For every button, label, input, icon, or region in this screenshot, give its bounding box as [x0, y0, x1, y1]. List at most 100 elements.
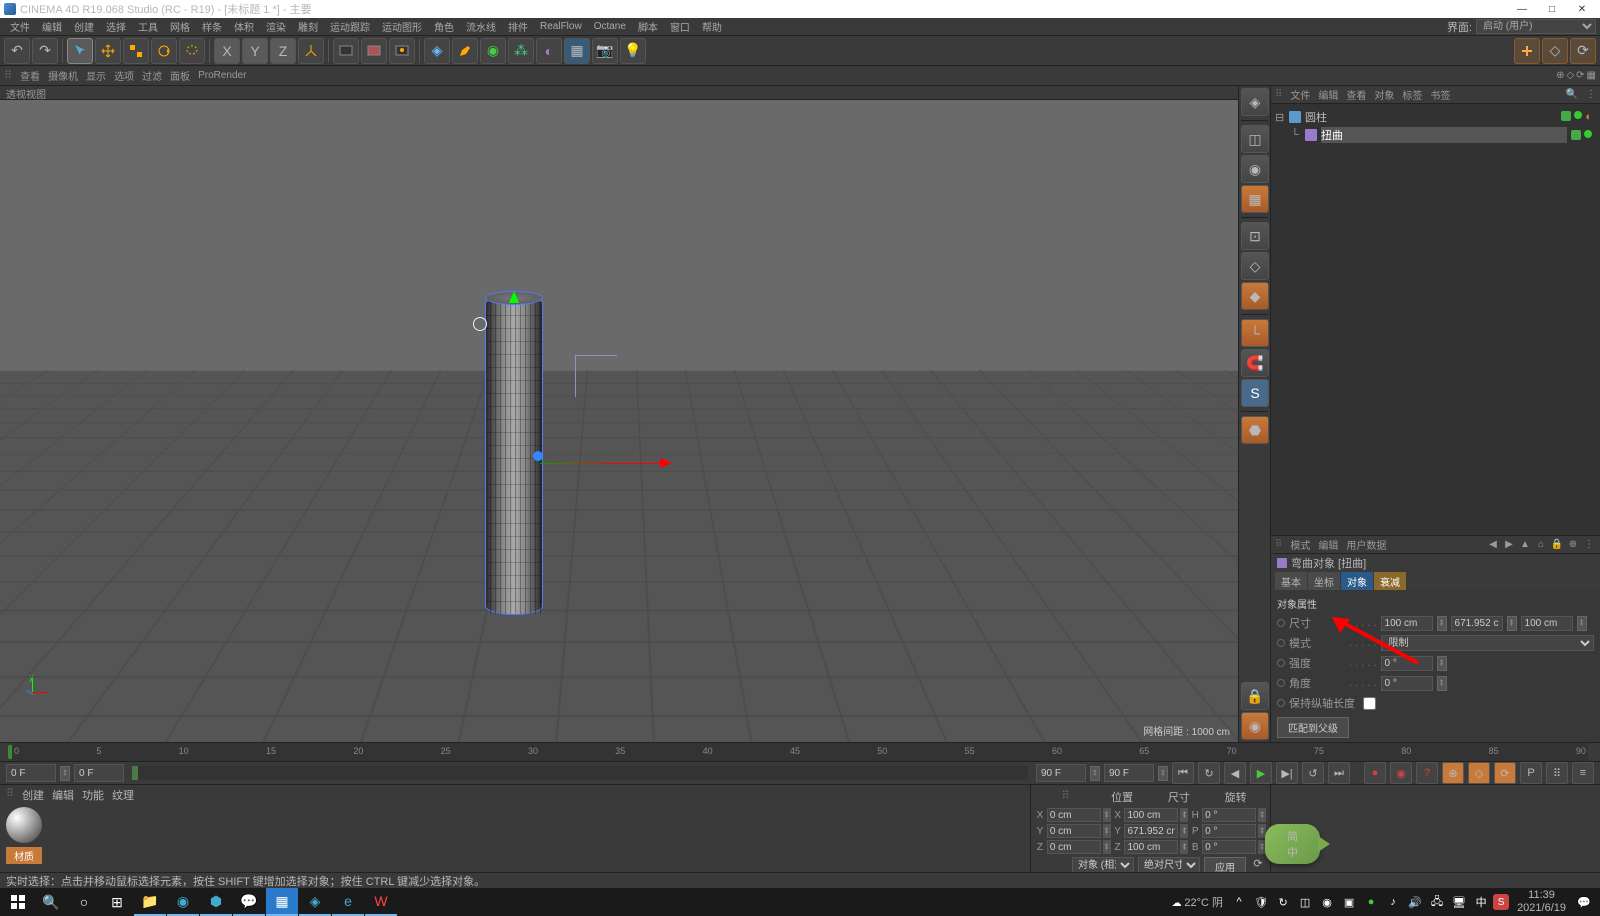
cube-primitive-button[interactable]: ◈ — [424, 38, 450, 64]
y-axis-button[interactable]: Y — [242, 38, 268, 64]
attr-tab-mode[interactable]: 模式 — [1290, 537, 1310, 552]
nav-up-icon[interactable]: ▲ — [1518, 538, 1532, 552]
prev-frame-button[interactable]: ◀ — [1224, 762, 1246, 784]
goto-end-button[interactable]: ⏭ — [1328, 762, 1350, 784]
workplane-snap-button[interactable]: ⬣ — [1241, 416, 1269, 444]
key-opts-button[interactable]: ≡ — [1572, 762, 1594, 784]
size-z-input[interactable] — [1124, 840, 1178, 854]
workplane-button[interactable]: ▦ — [1241, 185, 1269, 213]
next-frame-button[interactable]: ▶| — [1276, 762, 1298, 784]
view-menu[interactable]: 查看 — [20, 68, 40, 83]
app-icon-1[interactable]: ◉ — [167, 888, 199, 916]
autokey-button[interactable]: ◉ — [1390, 762, 1412, 784]
menu-spline[interactable]: 样条 — [196, 19, 228, 34]
move-tool[interactable] — [95, 38, 121, 64]
misc-button[interactable]: ◉ — [1241, 712, 1269, 740]
search-icon[interactable]: 🔍 — [1566, 89, 1578, 100]
menu-plugins[interactable]: 排件 — [502, 19, 534, 34]
tab-view[interactable]: 查看 — [1346, 87, 1366, 102]
tray-app4-icon[interactable]: ● — [1361, 888, 1381, 916]
tab-objects[interactable]: 对象 — [1374, 87, 1394, 102]
tray-monitor-icon[interactable]: 🖥 — [1449, 888, 1469, 916]
tree-row-cylinder[interactable]: ⊟ 圆柱 ◐ — [1275, 108, 1596, 126]
camera-menu[interactable]: 摄像机 — [48, 68, 78, 83]
record-button[interactable]: ● — [1364, 762, 1386, 784]
snap-button[interactable]: 🧲 — [1241, 349, 1269, 377]
frame-pos-input[interactable] — [74, 764, 124, 782]
menu-create[interactable]: 创建 — [68, 19, 100, 34]
menu-file[interactable]: 文件 — [4, 19, 36, 34]
spinner[interactable]: ‡ — [60, 766, 70, 781]
scale-snap-button[interactable]: ◇ — [1542, 38, 1568, 64]
nav-lock-icon[interactable]: 🔒 — [1550, 538, 1564, 552]
spinner[interactable]: ‡ — [1577, 616, 1587, 631]
rot-p-input[interactable] — [1202, 824, 1256, 838]
attr-tab-userdata[interactable]: 用户数据 — [1346, 537, 1386, 552]
tray-app5-icon[interactable]: ♪ — [1383, 888, 1403, 916]
tray-sync-icon[interactable]: ↻ — [1273, 888, 1293, 916]
options-menu[interactable]: 选项 — [114, 68, 134, 83]
notifications-icon[interactable]: 💬 — [1574, 888, 1594, 916]
play-button[interactable]: ▶ — [1250, 762, 1272, 784]
size-y-input[interactable] — [1124, 824, 1178, 838]
subtab-basic[interactable]: 基本 — [1275, 572, 1307, 590]
mat-tab-edit[interactable]: 编辑 — [52, 787, 74, 803]
scale-tool[interactable] — [123, 38, 149, 64]
pos-x-input[interactable] — [1047, 808, 1101, 822]
coord-mode1-select[interactable]: 对象 (相对) — [1072, 857, 1134, 873]
taskview-icon[interactable]: ⊞ — [101, 888, 133, 916]
menu-mesh[interactable]: 网格 — [164, 19, 196, 34]
gizmo-y-arrow[interactable] — [509, 291, 519, 303]
subdivision-button[interactable]: ◉ — [480, 38, 506, 64]
polygons-mode-button[interactable]: ◆ — [1241, 282, 1269, 310]
angle-input[interactable] — [1381, 676, 1433, 691]
phong-tag-icon[interactable]: ◐ — [1585, 111, 1592, 123]
deformer-cage[interactable] — [575, 355, 617, 397]
mode-select[interactable]: 限制 — [1381, 635, 1594, 651]
mat-tab-create[interactable]: 创建 — [22, 787, 44, 803]
lock-button[interactable]: 🔒 — [1241, 682, 1269, 710]
spinner[interactable]: ‡ — [1437, 616, 1447, 631]
menu-sculpt[interactable]: 雕刻 — [292, 19, 324, 34]
ime-badge[interactable]: 简 中 — [1265, 824, 1320, 864]
wps-icon[interactable]: W — [365, 888, 397, 916]
gizmo-z-handle[interactable] — [533, 451, 543, 461]
render-view-button[interactable] — [333, 38, 359, 64]
size-z-input[interactable] — [1521, 616, 1573, 631]
tray-app3-icon[interactable]: ▣ — [1339, 888, 1359, 916]
render-settings-button[interactable] — [389, 38, 415, 64]
enable-badge[interactable] — [1574, 111, 1582, 119]
mat-tab-texture[interactable]: 纹理 — [112, 787, 134, 803]
tray-network-icon[interactable]: 🖧 — [1427, 888, 1447, 916]
nav-back-icon[interactable]: ◀ — [1486, 538, 1500, 552]
tray-sogou-icon[interactable]: S — [1493, 894, 1509, 910]
tray-app2-icon[interactable]: ◉ — [1317, 888, 1337, 916]
visibility-badge[interactable] — [1571, 130, 1581, 140]
loop2-button[interactable]: ↺ — [1302, 762, 1324, 784]
menu-tools[interactable]: 工具 — [132, 19, 164, 34]
menu-edit[interactable]: 编辑 — [36, 19, 68, 34]
cortana-icon[interactable]: ○ — [68, 888, 100, 916]
frame-start-input[interactable] — [6, 764, 56, 782]
frame-end2-input[interactable] — [1104, 764, 1154, 782]
close-button[interactable]: ✕ — [1568, 1, 1596, 17]
nav-new-icon[interactable]: ⊕ — [1566, 538, 1580, 552]
goto-start-button[interactable]: ⏮ — [1172, 762, 1194, 784]
menu-character[interactable]: 角色 — [428, 19, 460, 34]
loop-button[interactable]: ↻ — [1198, 762, 1220, 784]
timeline[interactable]: 05 1015 2025 3035 4045 5055 6065 7075 80… — [0, 743, 1600, 762]
mograph-button[interactable]: ⁂ — [508, 38, 534, 64]
edges-mode-button[interactable]: ◇ — [1241, 252, 1269, 280]
tab-edit[interactable]: 编辑 — [1318, 87, 1338, 102]
app-icon-2[interactable]: ⬢ — [200, 888, 232, 916]
filter-menu[interactable]: 过滤 — [142, 68, 162, 83]
tab-tags[interactable]: 标签 — [1402, 87, 1422, 102]
move-snap-button[interactable] — [1514, 38, 1540, 64]
explorer-icon[interactable]: 📁 — [134, 888, 166, 916]
material-label[interactable]: 材质 — [6, 847, 42, 864]
nav-menu-icon[interactable]: ⋮ — [1582, 538, 1596, 552]
prorender-menu[interactable]: ProRender — [198, 70, 246, 81]
system-clock[interactable]: 11:39 2021/6/19 — [1511, 889, 1572, 915]
spinner[interactable]: ‡ — [1158, 766, 1168, 781]
coord-system-button[interactable] — [298, 38, 324, 64]
